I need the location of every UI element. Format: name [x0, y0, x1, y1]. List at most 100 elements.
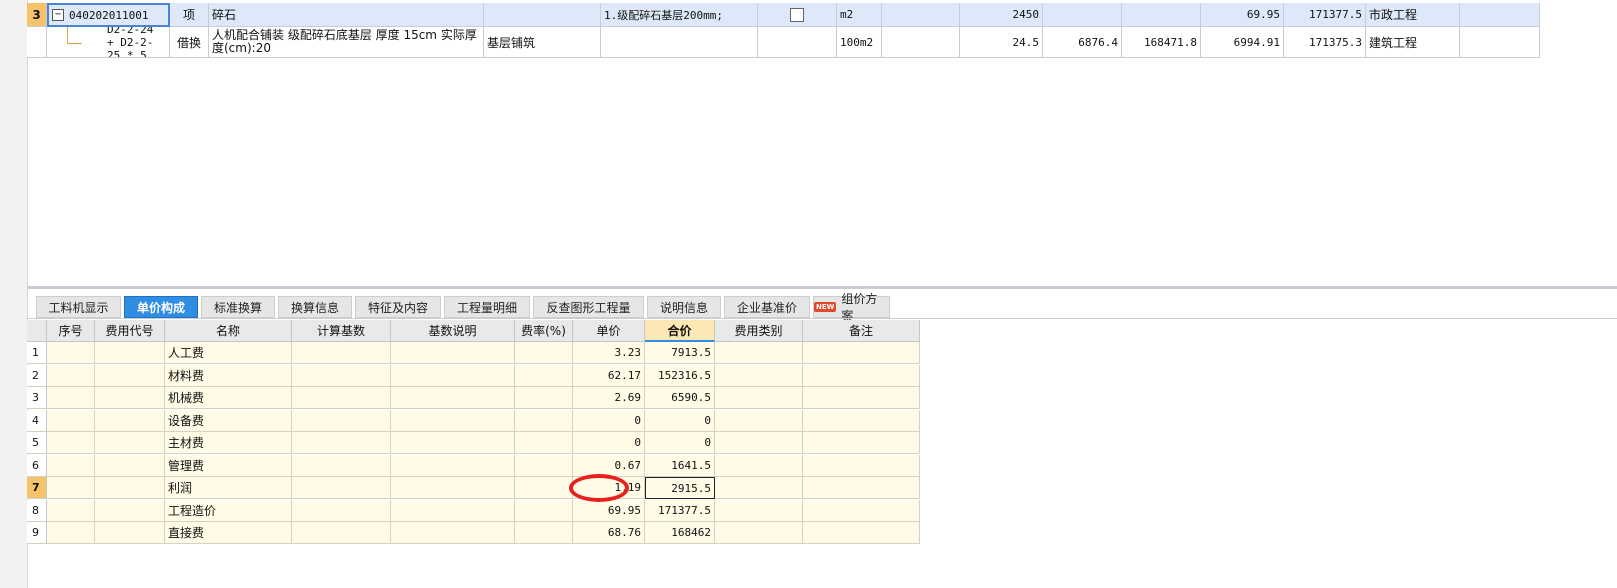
cell-total[interactable]: 2915.5	[645, 477, 715, 499]
item-extra[interactable]	[1460, 3, 1540, 27]
cell-code[interactable]	[95, 499, 165, 522]
cell-rate[interactable]	[515, 499, 573, 522]
cell-rate[interactable]	[515, 364, 573, 387]
cell-seq[interactable]	[47, 477, 95, 499]
table-row[interactable]: 3 机械费 2.69 6590.5	[27, 387, 920, 409]
cell-category[interactable]	[715, 522, 803, 544]
table-row[interactable]: 1 人工费 3.23 7913.5	[27, 342, 920, 364]
header-name[interactable]: 名称	[165, 320, 292, 342]
cell-category[interactable]	[715, 454, 803, 477]
header-total[interactable]: 合价	[645, 320, 715, 342]
cell-seq[interactable]	[47, 432, 95, 454]
item-code-cell[interactable]: − 040202011001	[47, 3, 170, 27]
cell-total[interactable]: 7913.5	[645, 342, 715, 364]
cell-base[interactable]	[292, 454, 391, 477]
quota-quantity[interactable]: 24.5	[960, 27, 1043, 58]
cell-seq[interactable]	[47, 409, 95, 432]
tab-enterprise-base-price[interactable]: 企业基准价	[724, 296, 810, 318]
quota-extra[interactable]	[1460, 27, 1540, 58]
cell-note[interactable]	[803, 409, 920, 432]
cell-note[interactable]	[803, 432, 920, 454]
cell-note[interactable]	[803, 477, 920, 499]
cell-base-desc[interactable]	[391, 432, 515, 454]
table-row[interactable]: 8 工程造价 69.95 171377.5	[27, 499, 920, 522]
cell-code[interactable]	[95, 522, 165, 544]
cell-rate[interactable]	[515, 432, 573, 454]
cell-note[interactable]	[803, 364, 920, 387]
quota-cell-empty[interactable]	[882, 27, 960, 58]
cell-base-desc[interactable]	[391, 387, 515, 409]
cell-category[interactable]	[715, 499, 803, 522]
cell-base[interactable]	[292, 364, 391, 387]
tab-labor-material-machine[interactable]: 工料机显示	[36, 296, 121, 318]
cell-base-desc[interactable]	[391, 409, 515, 432]
cell-note[interactable]	[803, 342, 920, 364]
cell-category[interactable]	[715, 432, 803, 454]
cell-seq[interactable]	[47, 387, 95, 409]
cell-total[interactable]: 6590.5	[645, 387, 715, 409]
cell-category[interactable]	[715, 477, 803, 499]
cell-name[interactable]: 设备费	[165, 409, 292, 432]
cell-rate[interactable]	[515, 522, 573, 544]
checkbox[interactable]	[790, 7, 804, 22]
table-row[interactable]: 5 主材费 0 0	[27, 432, 920, 454]
tab-description-info[interactable]: 说明信息	[647, 296, 721, 318]
cell-name[interactable]: 人工费	[165, 342, 292, 364]
cell-code[interactable]	[95, 477, 165, 499]
cell-code[interactable]	[95, 432, 165, 454]
header-code[interactable]: 费用代号	[95, 320, 165, 342]
item-unit[interactable]: m2	[837, 3, 882, 27]
table-row[interactable]: 2 材料费 62.17 152316.5	[27, 364, 920, 387]
boq-subrow[interactable]: D2-2-24 + D2-2-25 * 5 借换 人机配合铺装 级配碎石底基层 …	[27, 27, 1540, 58]
cell-note[interactable]	[803, 387, 920, 409]
cell-base[interactable]	[292, 432, 391, 454]
cell-base-desc[interactable]	[391, 342, 515, 364]
header-note[interactable]: 备注	[803, 320, 920, 342]
quota-unit[interactable]: 100m2	[837, 27, 882, 58]
cell-name[interactable]: 工程造价	[165, 499, 292, 522]
cell-note[interactable]	[803, 522, 920, 544]
cell-total[interactable]: 152316.5	[645, 364, 715, 387]
quota-total[interactable]: 168471.8	[1122, 27, 1201, 58]
item-category[interactable]: 市政工程	[1366, 3, 1460, 27]
cell-name[interactable]: 利润	[165, 477, 292, 499]
tab-standard-conversion[interactable]: 标准换算	[201, 296, 275, 318]
cell-code[interactable]	[95, 409, 165, 432]
cell-base-desc[interactable]	[391, 477, 515, 499]
quota-unit-price[interactable]: 6994.91	[1201, 27, 1284, 58]
tab-reverse-graphic-quantity[interactable]: 反查图形工程量	[533, 296, 644, 318]
cell-base-desc[interactable]	[391, 499, 515, 522]
cell-base[interactable]	[292, 387, 391, 409]
tab-unit-price-composition[interactable]: 单价构成	[124, 296, 198, 318]
header-unit-price[interactable]: 单价	[573, 320, 645, 342]
cell-code[interactable]	[95, 454, 165, 477]
quota-description[interactable]	[601, 27, 758, 58]
cell-base-desc[interactable]	[391, 364, 515, 387]
pane-splitter[interactable]	[27, 286, 1617, 289]
header-base-desc[interactable]: 基数说明	[391, 320, 515, 342]
table-row[interactable]: 7 利润 1.19 2915.5	[27, 477, 920, 499]
cell-base[interactable]	[292, 342, 391, 364]
item-total[interactable]	[1122, 3, 1201, 27]
cell-total[interactable]: 1641.5	[645, 454, 715, 477]
cell-category[interactable]	[715, 409, 803, 432]
cell-unit-price[interactable]: 69.95	[573, 499, 645, 522]
cell-name[interactable]: 主材费	[165, 432, 292, 454]
cell-code[interactable]	[95, 364, 165, 387]
tab-quantity-details[interactable]: 工程量明细	[444, 296, 530, 318]
cell-seq[interactable]	[47, 342, 95, 364]
tab-pricing-scheme[interactable]: NEW 组价方案	[813, 292, 890, 323]
item-combined-price[interactable]: 171377.5	[1284, 3, 1366, 27]
cell-note[interactable]	[803, 499, 920, 522]
cell-seq[interactable]	[47, 364, 95, 387]
boq-row[interactable]: 3 − 040202011001 项 碎石 1.级配碎石基层200mm; m2 …	[27, 3, 1540, 27]
table-row[interactable]: 4 设备费 0 0	[27, 409, 920, 432]
cell-name[interactable]: 管理费	[165, 454, 292, 477]
quota-name[interactable]: 人机配合铺装 级配碎石底基层 厚度 15cm 实际厚度(cm):20	[209, 27, 484, 58]
cell-base-desc[interactable]	[391, 522, 515, 544]
cell-unit-price[interactable]: 62.17	[573, 364, 645, 387]
cell-seq[interactable]	[47, 499, 95, 522]
item-type[interactable]: 项	[170, 3, 209, 27]
tab-features-content[interactable]: 特征及内容	[355, 296, 441, 318]
cell-seq[interactable]	[47, 454, 95, 477]
